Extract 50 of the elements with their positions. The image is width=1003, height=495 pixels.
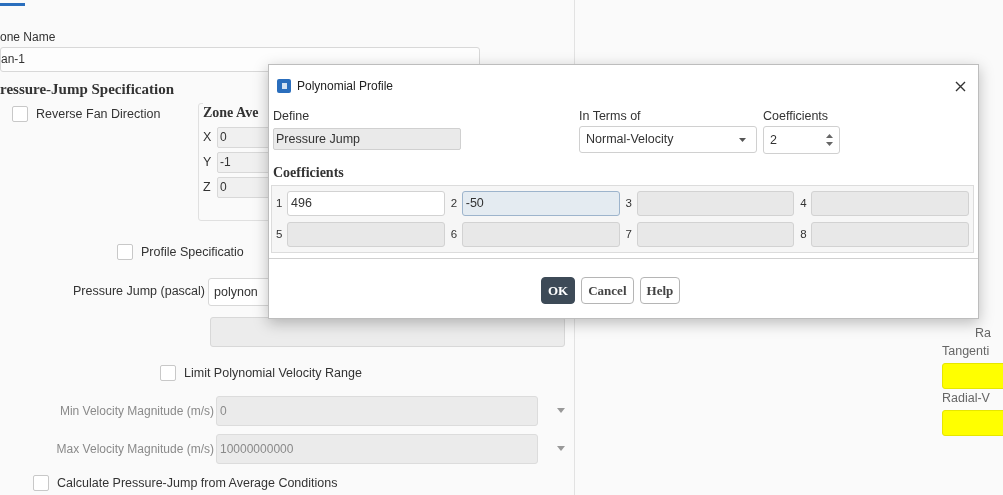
section-title: ressure-Jump Specification (0, 80, 175, 99)
checkbox[interactable] (117, 244, 133, 261)
checkbox[interactable] (12, 106, 28, 122)
index-label: 3 (625, 195, 633, 211)
dialog-button[interactable]: Help (639, 277, 681, 304)
field-label: Min Velocity Magnitude (m/s) (58, 402, 215, 420)
input-field[interactable]: Pressure Jump (273, 128, 461, 150)
field-label: Tangenti (942, 343, 991, 358)
checkbox-label: Reverse Fan Direction (36, 106, 161, 122)
section-title: Coefficients (272, 165, 345, 181)
input-field[interactable]: 496 (287, 191, 445, 216)
field-label: one Name (0, 29, 57, 45)
index-label: 4 (800, 195, 808, 211)
dropdown[interactable]: Normal-Velocity (579, 126, 757, 153)
field-label: Define (273, 108, 311, 123)
field-label: Pressure Jump (pascal) (72, 283, 206, 301)
input-field[interactable]: -50 (461, 191, 620, 216)
axis-label: Z (203, 179, 212, 197)
window-title: Polynomial Profile (297, 78, 394, 95)
input-field[interactable] (942, 410, 1003, 436)
index-label: 5 (276, 226, 283, 242)
accent-bar (0, 3, 25, 6)
index-label: 8 (800, 226, 808, 242)
axis-label: Y (203, 154, 213, 172)
input-field[interactable] (942, 363, 1003, 389)
group-title: Zone Ave (203, 105, 259, 120)
axis-label: X (203, 129, 213, 147)
field-label: In Terms of (579, 108, 642, 123)
checkbox-label: Limit Polynomial Velocity Range (184, 364, 362, 382)
index-label: 6 (450, 226, 458, 242)
checkbox[interactable] (33, 474, 49, 491)
spinner-arrows-icon[interactable] (826, 134, 833, 146)
dialog-button[interactable]: OK (541, 277, 576, 304)
checkbox-label: Profile Specificatio (141, 244, 244, 261)
caret-icon[interactable] (557, 408, 565, 413)
close-icon[interactable] (955, 80, 966, 92)
field-label: Ra (975, 325, 992, 342)
index-label: 7 (625, 226, 633, 242)
index-label: 1 (276, 195, 283, 211)
index-label: 2 (450, 195, 458, 211)
field-label: Max Velocity Magnitude (m/s) (55, 440, 215, 458)
dialog-button[interactable]: Cancel (581, 277, 634, 304)
caret-icon (739, 137, 746, 142)
spinner-field[interactable]: 2 (763, 126, 840, 154)
field-label: Coefficients (763, 108, 830, 123)
field-label: Radial-V (942, 390, 991, 405)
caret-icon[interactable] (557, 446, 565, 451)
app-icon (277, 79, 291, 93)
checkbox-label: Calculate Pressure-Jump from Average Conditions (57, 474, 338, 492)
checkbox[interactable] (160, 365, 176, 382)
